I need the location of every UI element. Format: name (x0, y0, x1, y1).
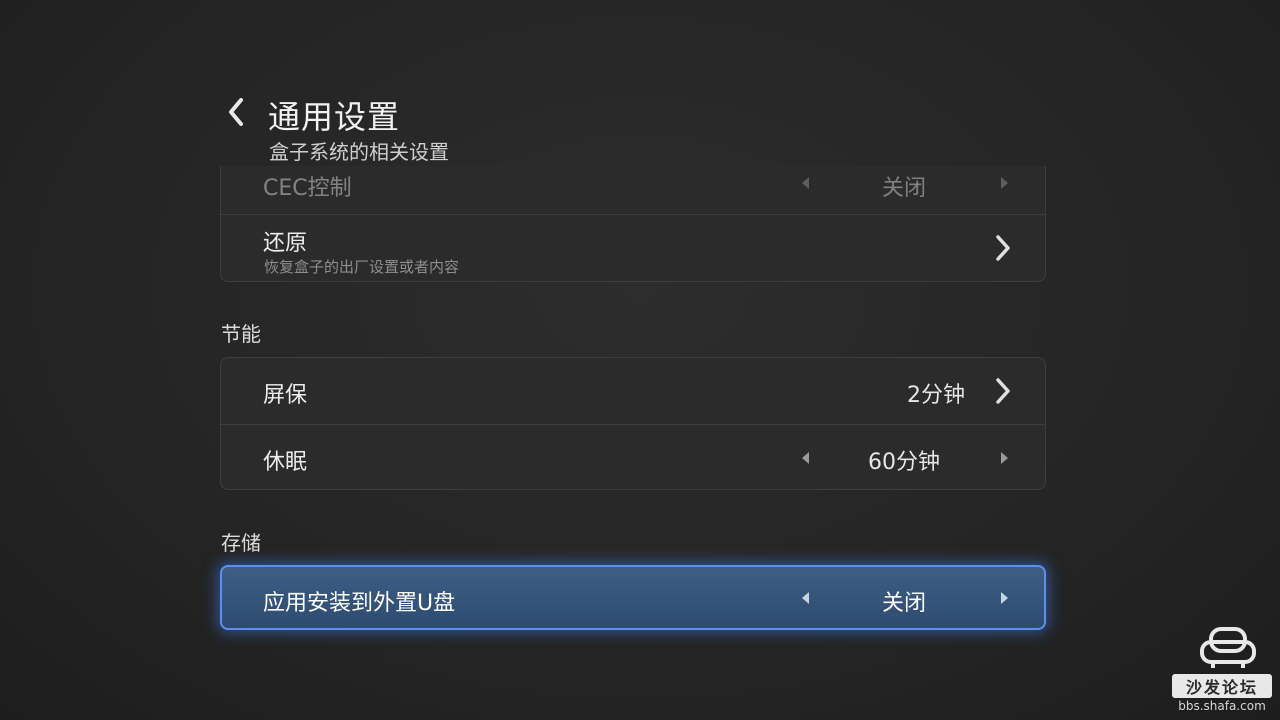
watermark-name: 沙发论坛 (1172, 674, 1272, 698)
watermark-url: bbs.shafa.com (1178, 699, 1266, 713)
screensaver-row[interactable]: 屏保 2分钟 (221, 358, 1045, 424)
energy-section-title: 节能 (221, 322, 261, 346)
watermark: 沙发论坛 bbs.shafa.com (1172, 626, 1272, 716)
arrow-left-icon[interactable] (802, 177, 809, 189)
arrow-left-icon[interactable] (802, 592, 809, 604)
install-to-usb-value: 关闭 (881, 591, 926, 616)
install-to-usb-label: 应用安装到外置U盘 (263, 591, 456, 616)
sleep-value: 60分钟 (868, 450, 940, 475)
back-button[interactable] (218, 94, 254, 130)
cec-control-row[interactable]: CEC控制 关闭 (221, 166, 1045, 214)
arrow-left-icon[interactable] (802, 452, 809, 464)
general-settings-card: CEC控制 关闭 还原 恢复盒子的出厂设置或者内容 (220, 166, 1046, 282)
chevron-left-icon (229, 98, 243, 126)
restore-description: 恢复盒子的出厂设置或者内容 (264, 258, 460, 276)
storage-section-title: 存储 (221, 531, 261, 555)
cec-control-value: 关闭 (881, 176, 926, 201)
sofa-logo-icon (1200, 627, 1256, 668)
chevron-right-icon (991, 376, 1015, 406)
sleep-label: 休眠 (263, 450, 308, 475)
arrow-right-icon[interactable] (1001, 592, 1008, 604)
screensaver-label: 屏保 (263, 383, 308, 408)
install-to-usb-row[interactable]: 应用安装到外置U盘 关闭 (220, 565, 1046, 630)
page-title: 通用设置 (268, 98, 401, 136)
arrow-right-icon[interactable] (1001, 452, 1008, 464)
energy-settings-card: 屏保 2分钟 休眠 60分钟 (220, 357, 1046, 490)
chevron-right-icon (991, 233, 1015, 263)
page-subtitle: 盒子系统的相关设置 (269, 140, 449, 164)
restore-row[interactable]: 还原 恢复盒子的出厂设置或者内容 (221, 214, 1045, 281)
sleep-row[interactable]: 休眠 60分钟 (221, 424, 1045, 491)
arrow-right-icon[interactable] (1001, 177, 1008, 189)
screensaver-value: 2分钟 (907, 383, 965, 408)
cec-control-label: CEC控制 (263, 176, 352, 201)
restore-label: 还原 (263, 231, 308, 256)
